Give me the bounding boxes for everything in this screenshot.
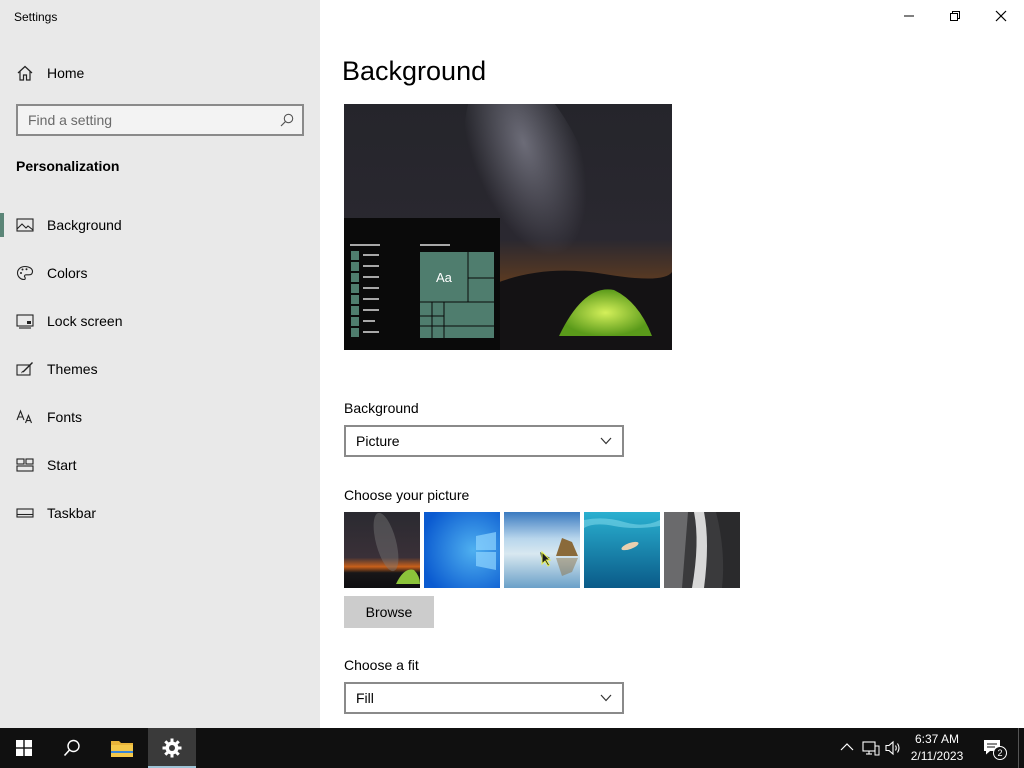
- sidebar-item-label: Colors: [47, 265, 88, 281]
- picture-thumbnail[interactable]: [504, 512, 580, 588]
- preview-image: [344, 104, 672, 350]
- picture-thumbnail[interactable]: [344, 512, 420, 588]
- background-dropdown-value: Picture: [356, 433, 400, 449]
- sidebar-item-label: Taskbar: [47, 505, 97, 521]
- restore-icon: [950, 11, 960, 21]
- file-explorer-button[interactable]: [98, 728, 146, 768]
- network-icon[interactable]: [862, 740, 880, 756]
- home-nav-item[interactable]: Home: [0, 56, 320, 90]
- sidebar-item-label: Themes: [47, 361, 98, 377]
- windows-logo-icon: [16, 740, 32, 756]
- close-icon: [995, 10, 1007, 22]
- chevron-up-icon[interactable]: [840, 740, 854, 754]
- fonts-icon: [16, 409, 33, 424]
- search-taskbar-button[interactable]: [48, 728, 96, 768]
- minimize-button[interactable]: [886, 0, 932, 32]
- sidebar-item-label: Lock screen: [47, 313, 123, 329]
- show-desktop-button[interactable]: [1018, 728, 1024, 768]
- section-title: Personalization: [16, 158, 120, 174]
- picture-thumbnail[interactable]: [424, 512, 500, 588]
- clock-date: 2/11/2023: [910, 749, 964, 763]
- home-icon: [17, 65, 33, 81]
- chevron-down-icon: [600, 694, 612, 702]
- sidebar-item-start[interactable]: Start: [0, 445, 320, 485]
- sidebar-item-themes[interactable]: Themes: [0, 349, 320, 389]
- gear-icon: [162, 738, 182, 758]
- picture-thumbnail[interactable]: [584, 512, 660, 588]
- sidebar-item-background[interactable]: Background: [0, 205, 320, 245]
- notification-count-badge: 2: [993, 746, 1007, 760]
- background-preview: Aa: [344, 104, 672, 350]
- preview-tile-text: Aa: [436, 270, 452, 285]
- taskbar-clock[interactable]: 6:37 AM 2/11/2023: [904, 731, 970, 765]
- fit-dropdown[interactable]: Fill: [344, 682, 624, 714]
- volume-icon[interactable]: [885, 740, 903, 756]
- clock-time: 6:37 AM: [914, 732, 960, 746]
- sidebar-item-label: Fonts: [47, 409, 83, 425]
- notifications-button[interactable]: 2: [978, 736, 1008, 762]
- taskbar-icon: [16, 508, 34, 518]
- close-button[interactable]: [978, 0, 1024, 32]
- page-title: Background: [342, 56, 487, 86]
- restore-button[interactable]: [932, 0, 978, 32]
- chevron-down-icon: [600, 437, 612, 445]
- sidebar: Settings Home Find a setting Personaliza…: [0, 0, 320, 728]
- folder-icon: [111, 741, 133, 757]
- home-label: Home: [47, 65, 85, 81]
- start-icon: [16, 458, 34, 472]
- picture-thumbnail[interactable]: [664, 512, 740, 588]
- background-dropdown[interactable]: Picture: [344, 425, 624, 457]
- fit-dropdown-value: Fill: [356, 690, 374, 706]
- palette-icon: [16, 265, 34, 281]
- sidebar-item-colors[interactable]: Colors: [0, 253, 320, 293]
- choose-picture-label: Choose your picture: [344, 487, 470, 503]
- minimize-icon: [904, 15, 914, 17]
- search-icon[interactable]: [280, 113, 294, 127]
- taskbar: 6:37 AM 2/11/2023 2: [0, 728, 1024, 768]
- sidebar-item-taskbar[interactable]: Taskbar: [0, 493, 320, 533]
- sidebar-item-label: Start: [47, 457, 77, 473]
- picture-icon: [16, 218, 34, 232]
- start-button[interactable]: [0, 728, 48, 768]
- sidebar-item-lock-screen[interactable]: Lock screen: [0, 301, 320, 341]
- search-input[interactable]: Find a setting: [28, 112, 112, 128]
- settings-taskbar-button[interactable]: [148, 728, 196, 768]
- search-box[interactable]: Find a setting: [16, 104, 304, 136]
- choose-fit-label: Choose a fit: [344, 657, 419, 673]
- background-label: Background: [344, 400, 419, 416]
- sidebar-item-fonts[interactable]: Fonts: [0, 397, 320, 437]
- app-title: Settings: [14, 10, 58, 24]
- lock-screen-icon: [16, 314, 34, 329]
- browse-button[interactable]: Browse: [344, 596, 434, 628]
- sidebar-item-label: Background: [47, 217, 122, 233]
- themes-icon: [16, 362, 33, 376]
- search-icon: [63, 739, 80, 757]
